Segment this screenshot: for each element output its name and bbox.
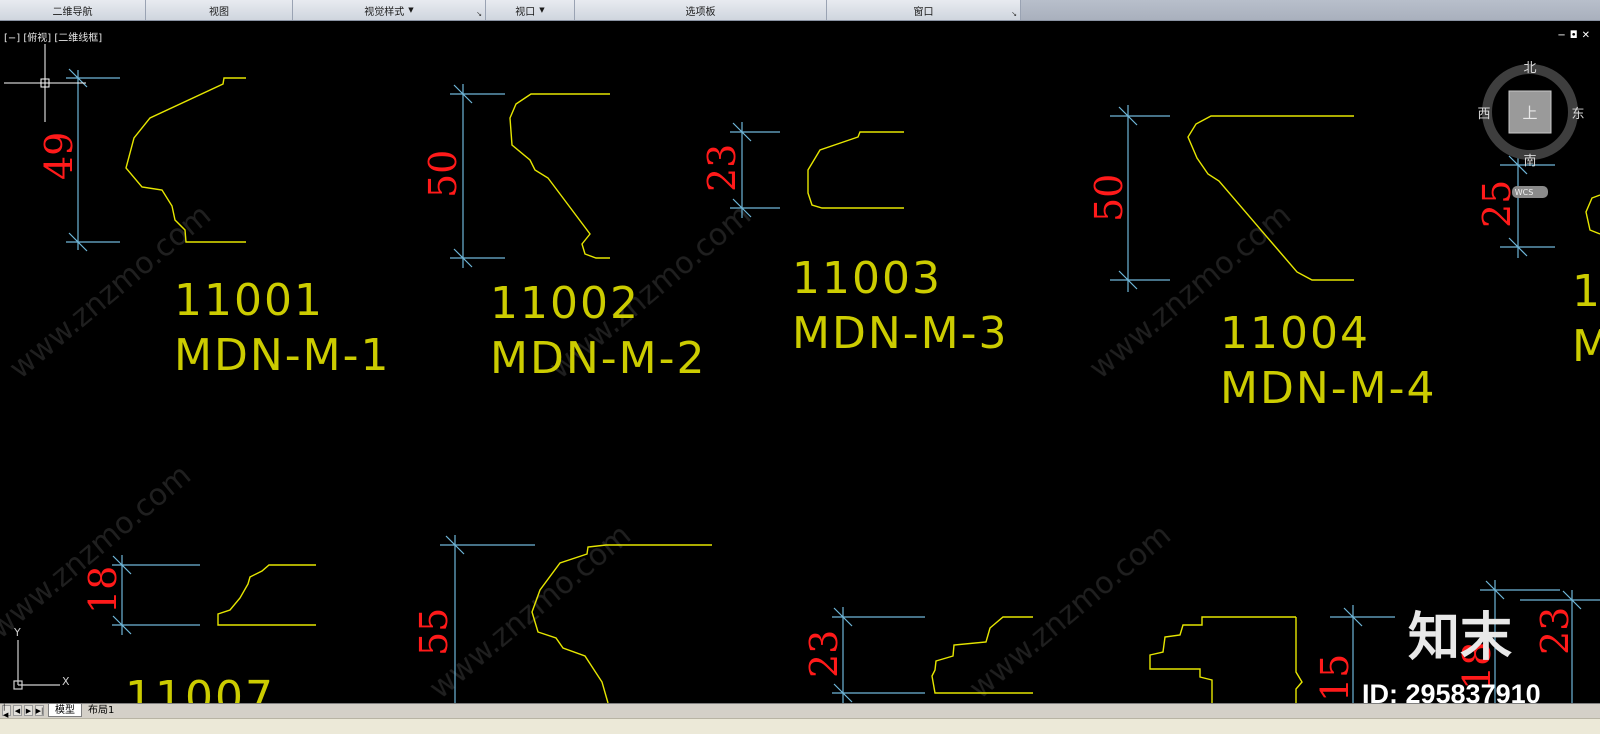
ucs-menu-label: WCS [1515, 188, 1534, 197]
status-bar [0, 718, 1600, 734]
brand-logo: 知末 [1408, 608, 1512, 668]
profile-code: 1 [1572, 266, 1600, 317]
panel-label: 视图 [209, 6, 229, 18]
profile-code: 11003 [792, 253, 942, 304]
compass-east[interactable]: 东 [1571, 107, 1584, 122]
profile-code: 11001 [174, 275, 324, 326]
profile-name: M [1572, 321, 1600, 372]
viewport-label[interactable]: [−] [俯视] [二维线框] [4, 29, 102, 44]
compass-south[interactable]: 南 [1523, 153, 1536, 169]
chevron-down-icon[interactable]: ▼ [539, 6, 544, 14]
tab-model[interactable]: 模型 [48, 704, 82, 717]
dimension-text: 50 [421, 150, 465, 198]
next-icon[interactable]: ▶ [24, 705, 33, 716]
dimension-text: 23 [700, 144, 744, 192]
profile-code: 11007 [125, 672, 275, 703]
dimension-text: 15 [1313, 654, 1357, 702]
watermark-text: www.znzmo.com [0, 458, 198, 647]
ribbon-panel-view[interactable]: 视图 [146, 0, 293, 20]
panel-label: 视口 [515, 6, 536, 18]
viewport-window-controls[interactable]: −◘✕ [1557, 30, 1594, 41]
dimension-text: 55 [412, 608, 456, 656]
drawing-canvas[interactable]: www.znzmo.com www.znzmo.com www.znzmo.co… [0, 22, 1600, 703]
dimension-text: 23 [1533, 607, 1577, 655]
ucs-x-label: X [62, 675, 70, 688]
panel-label: 窗口 [913, 6, 934, 18]
ribbon-panel-window[interactable]: 窗口 ↘ [827, 0, 1021, 20]
viewcube[interactable]: 上 北 南 西 东 WCS [1477, 61, 1585, 198]
watermark-text: www.znzmo.com [963, 518, 1178, 703]
tab-layout1[interactable]: 布局1 [82, 704, 120, 717]
layout-tabs-bar: |◀ ◀ ▶ ▶| 模型 布局1 [0, 703, 1600, 719]
ribbon-panel-visual-styles[interactable]: 视觉样式 ▼ ↘ [293, 0, 486, 20]
panel-label: 选项板 [685, 6, 716, 18]
chevron-down-icon[interactable]: ▼ [408, 6, 413, 14]
ribbon-panel-2d-navigation[interactable]: 二维导航 [0, 0, 146, 20]
first-icon[interactable]: |◀ [2, 703, 11, 719]
dialog-launcher-icon[interactable]: ↘ [1011, 10, 1017, 18]
ribbon-panel-palettes[interactable]: 选项板 [575, 0, 827, 20]
profile-name: MDN-M-3 [792, 308, 1008, 359]
dimension-text: 49 [37, 132, 81, 180]
profile-name: MDN-M-1 [174, 330, 390, 381]
profile-code: 11002 [490, 278, 640, 329]
ucs-icon [13, 640, 60, 690]
compass-west[interactable]: 西 [1477, 107, 1490, 122]
profile-code: 11004 [1220, 308, 1370, 359]
panel-label: 视觉样式 [364, 6, 405, 18]
ribbon-empty-area [1021, 0, 1600, 20]
ucs-y-label: Y [13, 626, 21, 639]
dialog-launcher-icon[interactable]: ↘ [476, 10, 482, 18]
compass-north[interactable]: 北 [1523, 61, 1536, 76]
panel-label: 二维导航 [52, 6, 93, 18]
viewcube-face-label: 上 [1522, 104, 1537, 122]
profile-labels: 11001 MDN-M-1 11002 MDN-M-2 11003 MDN-M-… [125, 253, 1600, 703]
prev-icon[interactable]: ◀ [13, 705, 22, 716]
ribbon-panel-viewports[interactable]: 视口 ▼ [486, 0, 575, 20]
dimension-text: 23 [802, 630, 846, 678]
profile-name: MDN-M-2 [490, 333, 706, 384]
dimension-text: 18 [81, 566, 125, 614]
crosshair-cursor-icon [4, 44, 86, 122]
watermark-layer: www.znzmo.com www.znzmo.com www.znzmo.co… [0, 198, 1298, 703]
dimension-text: 25 [1475, 180, 1519, 228]
ribbon: 二维导航 视图 视觉样式 ▼ ↘ 视口 ▼ 选项板 窗口 ↘ [0, 0, 1600, 21]
profile-name: MDN-M-4 [1220, 363, 1436, 414]
last-icon[interactable]: ▶| [35, 705, 44, 716]
image-id: ID: 295837910 [1362, 679, 1541, 703]
dimension-text: 50 [1087, 174, 1131, 222]
brand-watermark: 知末 ID: 295837910 [1362, 608, 1541, 703]
